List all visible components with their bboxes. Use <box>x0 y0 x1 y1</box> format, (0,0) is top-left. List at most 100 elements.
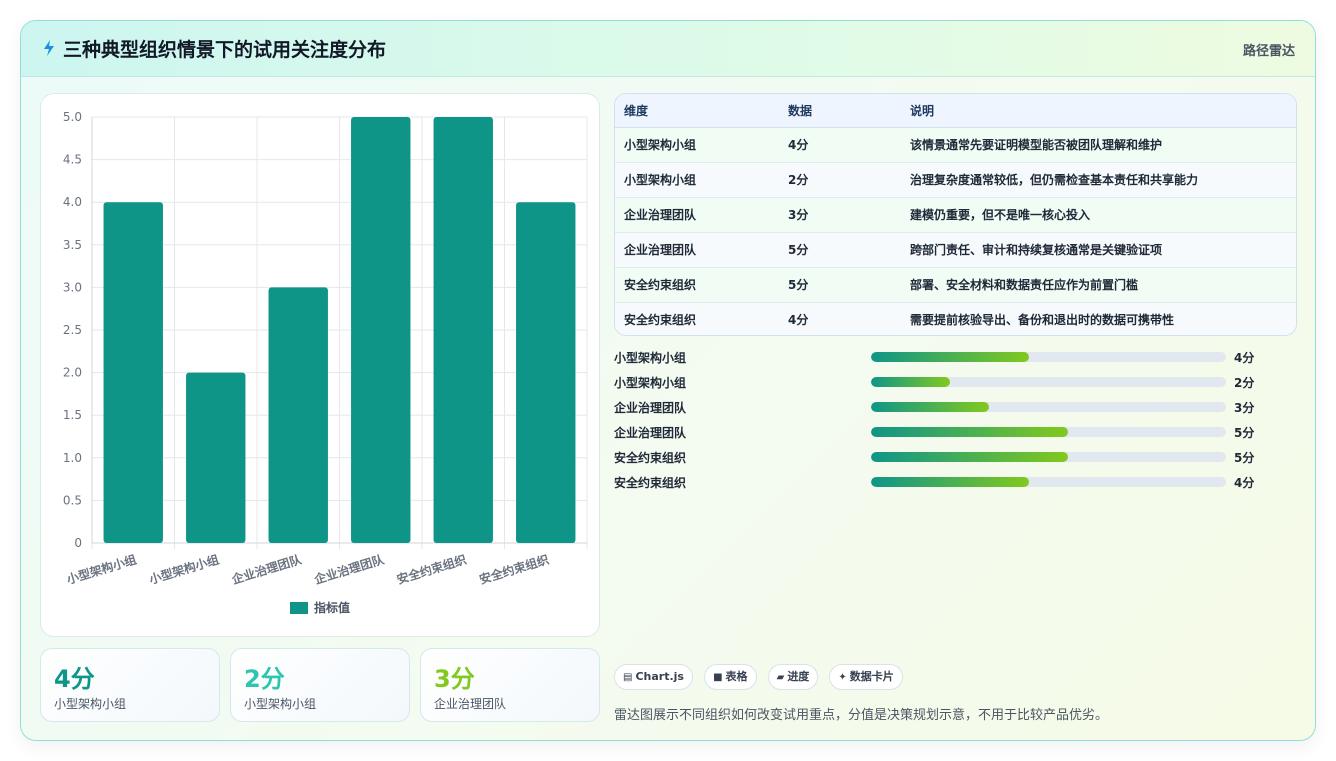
table-cell: 4分 <box>779 127 901 163</box>
table-row: 安全约束组织 5分 部署、安全材料和数据责任应作为前置门槛 <box>615 267 1296 303</box>
x-tick-label: 小型架构小组 <box>65 552 138 587</box>
table-cell: 企业治理团队 <box>615 232 779 268</box>
bar <box>351 117 411 543</box>
stat-card: 2分 小型架构小组 <box>230 648 410 722</box>
stat-value: 3分 <box>434 665 475 693</box>
progress-track <box>871 427 1226 437</box>
column-header-data: 数据 <box>779 94 901 128</box>
progress-value: 5分 <box>1234 451 1255 465</box>
column-header-description: 说明 <box>901 94 1296 128</box>
column-header-dimension: 维度 <box>615 94 779 128</box>
table-cell: 小型架构小组 <box>615 127 779 163</box>
y-tick-label: 4.5 <box>63 153 82 167</box>
data-table-panel: 维度 数据 说明 小型架构小组 4分 该情景通常先要证明模型能否被团队理解和维护… <box>614 93 1297 336</box>
page-title: 三种典型组织情景下的试用关注度分布 <box>63 39 387 61</box>
progress-label: 企业治理团队 <box>614 426 687 440</box>
progress-list: 小型架构小组 4分 小型架构小组 2分 企业治理团队 3分 企业治理团队 5分 … <box>614 347 1274 497</box>
progress-label: 企业治理团队 <box>614 401 687 415</box>
table-cell: 建模仍重要，但不是唯一核心投入 <box>901 197 1296 233</box>
stat-value: 4分 <box>54 665 95 693</box>
y-tick-label: 4.0 <box>63 195 82 209</box>
progress-track <box>871 402 1226 412</box>
main-card: 三种典型组织情景下的试用关注度分布 路径雷达 0 0.5 1.0 1.5 2.0 2.5 3… <box>20 20 1316 741</box>
y-tick-label: 3.5 <box>63 238 82 252</box>
chart-icon: ▤ <box>623 672 633 683</box>
bar-chart-panel: 0 0.5 1.0 1.5 2.0 2.5 3.0 3.5 4.0 4.5 5.0 小型架构小组 小型架… <box>40 93 600 637</box>
progress-fill <box>871 352 1029 362</box>
table-row: 企业治理团队 3分 建模仍重要，但不是唯一核心投入 <box>615 197 1296 233</box>
progress-label: 安全约束组织 <box>614 451 687 465</box>
table-cell: 安全约束组织 <box>615 267 779 303</box>
progress-label: 小型架构小组 <box>614 351 687 365</box>
table-cell: 跨部门责任、审计和持续复核通常是关键验证项 <box>901 232 1296 268</box>
table-row: 企业治理团队 5分 跨部门责任、审计和持续复核通常是关键验证项 <box>615 232 1296 268</box>
table-cell: 小型架构小组 <box>615 162 779 198</box>
table-cell: 企业治理团队 <box>615 197 779 233</box>
progress-fill <box>871 452 1069 462</box>
y-tick-label: 0 <box>74 536 82 550</box>
progress-value: 5分 <box>1234 426 1255 440</box>
x-tick-label: 企业治理团队 <box>229 551 304 587</box>
progress-row: 安全约束组织 4分 <box>614 472 1274 497</box>
progress-row: 企业治理团队 5分 <box>614 422 1274 447</box>
progress-track <box>871 452 1226 462</box>
progress-label: 小型架构小组 <box>614 376 687 390</box>
stat-label: 小型架构小组 <box>54 697 127 711</box>
y-tick-label: 1.0 <box>63 451 82 465</box>
progress-fill <box>871 402 990 412</box>
table-cell: 该情景通常先要证明模型能否被团队理解和维护 <box>901 127 1296 163</box>
y-tick-label: 2.5 <box>63 323 82 337</box>
progress-value: 2分 <box>1234 376 1255 390</box>
bar-chart: 0 0.5 1.0 1.5 2.0 2.5 3.0 3.5 4.0 4.5 5.0 小型架构小组 小型架… <box>63 110 588 615</box>
stat-card: 4分 小型架构小组 <box>40 648 220 722</box>
progress-row: 企业治理团队 3分 <box>614 397 1274 422</box>
y-tick-label: 0.5 <box>63 493 82 507</box>
y-tick-label: 5.0 <box>63 110 82 124</box>
stat-label: 企业治理团队 <box>434 697 507 711</box>
progress-value: 4分 <box>1234 476 1255 490</box>
x-tick-label: 安全约束组织 <box>395 552 468 587</box>
header-right-label[interactable]: 路径雷达 <box>1243 40 1295 59</box>
bar <box>268 287 328 543</box>
tag-chartjs[interactable]: ▤ Chart.js <box>614 664 693 690</box>
progress-value: 3分 <box>1234 401 1255 415</box>
tag-label: 数据卡片 <box>849 670 894 683</box>
progress-row: 安全约束组织 5分 <box>614 447 1274 472</box>
y-tick-label: 3.0 <box>63 280 82 294</box>
table-cell: 4分 <box>788 313 809 328</box>
footnote: 雷达图展示不同组织如何改变试用重点，分值是决策规划示意，不用于比较产品优劣。 <box>614 708 1109 723</box>
tag-data-cards[interactable]: ✦ 数据卡片 <box>829 664 903 690</box>
progress-fill <box>871 477 1029 487</box>
stat-label: 小型架构小组 <box>244 697 317 711</box>
progress-fill <box>871 377 950 387</box>
progress-track <box>871 352 1226 362</box>
progress-track <box>871 377 1226 387</box>
y-tick-label: 1.5 <box>63 408 82 422</box>
table-cell: 安全约束组织 <box>624 313 697 328</box>
header: 三种典型组织情景下的试用关注度分布 路径雷达 <box>21 21 1315 77</box>
progress-fill <box>871 427 1069 437</box>
bar <box>186 372 246 543</box>
progress-track <box>871 477 1226 487</box>
progress-row: 小型架构小组 2分 <box>614 372 1274 397</box>
bar <box>516 202 576 543</box>
table-cell: 需要提前核验导出、备份和退出时的数据可携带性 <box>910 313 1175 328</box>
progress-value: 4分 <box>1234 351 1255 365</box>
data-table: 维度 数据 说明 小型架构小组 4分 该情景通常先要证明模型能否被团队理解和维护… <box>615 94 1296 335</box>
x-tick-label: 小型架构小组 <box>147 552 220 587</box>
table-row: 小型架构小组 2分 治理复杂度通常较低，但仍需检查基本责任和共享能力 <box>615 162 1296 198</box>
table-cell: 部署、安全材料和数据责任应作为前置门槛 <box>901 267 1296 303</box>
tag-label: Chart.js <box>635 670 684 683</box>
table-cell: 3分 <box>779 197 901 233</box>
tag-table[interactable]: ■ 表格 <box>704 664 757 690</box>
table-cell: 5分 <box>779 232 901 268</box>
legend-label: 指标值 <box>314 600 350 615</box>
table-cell: 5分 <box>779 267 901 303</box>
table-cell: 2分 <box>779 162 901 198</box>
tag-progress[interactable]: ▰ 进度 <box>767 664 819 690</box>
tag-label: 进度 <box>787 670 810 683</box>
table-row: 小型架构小组 4分 该情景通常先要证明模型能否被团队理解和维护 <box>615 127 1296 163</box>
table-icon: ■ <box>713 672 723 683</box>
stat-value: 2分 <box>244 665 285 693</box>
stat-card: 3分 企业治理团队 <box>420 648 600 722</box>
